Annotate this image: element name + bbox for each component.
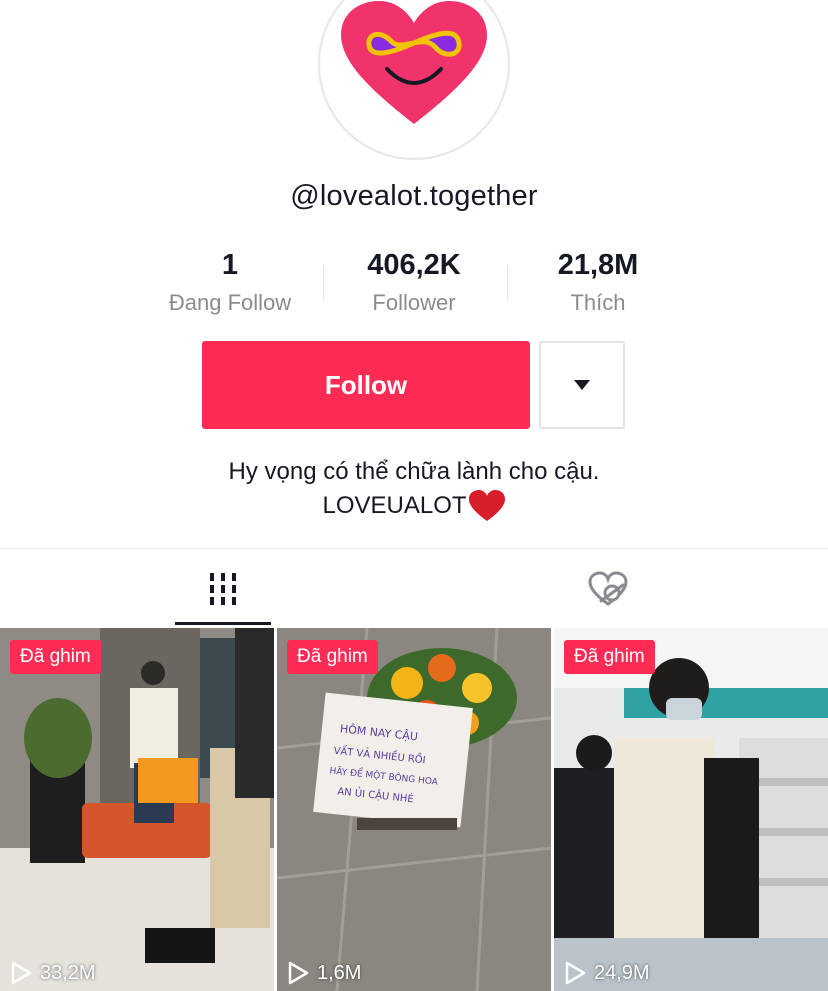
views-count: 1,6M [317,961,362,984]
play-icon [11,961,32,985]
video-views: 24,9M [564,961,650,985]
stat-likes-label: Thích [570,290,626,315]
tab-videos[interactable] [175,549,271,629]
video-thumbnail [0,628,274,991]
heart-smiley-icon [341,1,487,124]
bio-line-2: LOVEUALOT [0,489,828,523]
tab-liked[interactable] [560,549,656,629]
video-tile[interactable]: Đã ghim 24,9M [554,628,828,991]
stat-following[interactable]: 1 Đang Follow [140,248,320,316]
hidden-heart-icon [588,571,628,606]
video-tile[interactable]: Đã ghim 33,2M [0,628,274,991]
video-thumbnail [554,628,828,991]
profile-tabs [0,548,828,628]
stat-following-label: Đang Follow [168,290,292,315]
follow-button[interactable]: Follow [202,341,530,429]
grid-icon [210,573,236,605]
stat-likes[interactable]: 21,8M Thích [508,248,688,316]
views-count: 24,9M [594,961,650,984]
stat-followers[interactable]: 406,2K Follower [324,248,504,316]
bio-line: LOVEUALOT [322,492,467,519]
video-thumbnail: HÔM NAY CẬU VẤT VẢ NHIỀU RỒI HÃY ĐỂ MỘT … [277,628,551,991]
pinned-badge: Đã ghim [564,640,655,674]
caret-down-icon [574,380,590,390]
profile-bio: Hy vọng có thể chữa lành cho cậu. LOVEUA… [0,455,828,523]
play-icon [565,961,586,985]
stat-following-value: 1 [221,249,239,281]
play-icon [288,961,309,985]
tab-active-indicator [175,622,271,625]
profile-avatar[interactable] [318,0,510,160]
video-tile[interactable]: HÔM NAY CẬU VẤT VẢ NHIỀU RỒI HÃY ĐỂ MỘT … [277,628,551,991]
views-count: 33,2M [40,961,96,984]
profile-username: @lovealot.together [290,180,538,212]
profile-stats: 1 Đang Follow 406,2K Follower 21,8M Thíc… [0,248,828,328]
pinned-badge: Đã ghim [10,640,101,674]
stat-followers-value: 406,2K [367,249,461,281]
video-views: 1,6M [287,961,361,985]
video-grid: Đã ghim 33,2M HÔM NAY CẬU VẤT VẢ NHIỀU R… [0,628,828,991]
video-views: 33,2M [10,961,96,985]
pinned-badge: Đã ghim [287,640,378,674]
red-heart-icon [468,490,505,521]
stat-likes-value: 21,8M [557,249,639,281]
bio-line: Hy vọng có thể chữa lành cho cậu. [228,458,600,485]
stat-followers-label: Follower [372,290,456,315]
more-options-button[interactable] [539,341,625,429]
